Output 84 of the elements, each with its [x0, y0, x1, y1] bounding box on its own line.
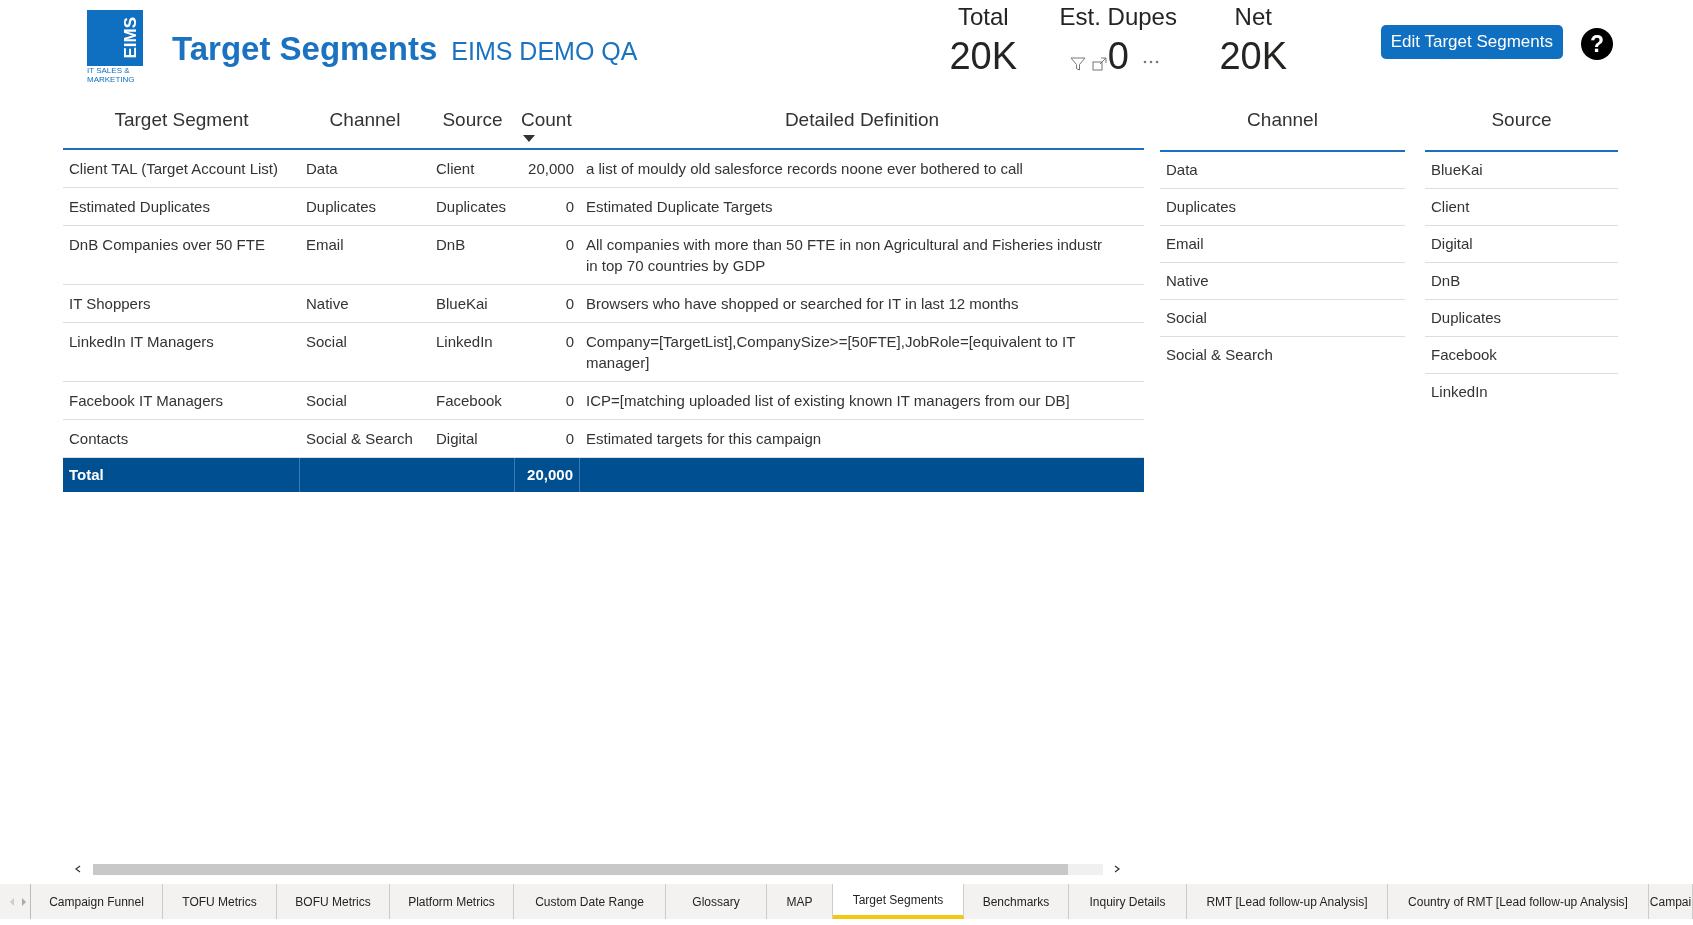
table-cell-text: a list of mouldy old salesforce records noone ever bothered to call — [585, 159, 1024, 179]
page-tab[interactable]: TOFU Metrics — [163, 884, 277, 919]
table-cell-text: Browsers who have shopped or searched for IT in last 12 months — [585, 294, 1020, 314]
table-cell-text: 0 — [564, 391, 575, 411]
help-button[interactable]: ? — [1581, 28, 1613, 60]
total-count: 20,000 — [515, 458, 580, 492]
table-cell-text: 0 — [564, 429, 575, 449]
page-subtitle: EIMS DEMO QA — [451, 36, 638, 67]
page-tab[interactable]: Inquiry Details — [1069, 884, 1187, 919]
slicer-item[interactable]: Social — [1160, 300, 1405, 337]
slicer-item[interactable]: Digital — [1425, 226, 1618, 263]
page-tab[interactable]: Custom Date Range — [514, 884, 666, 919]
table-cell-text: LinkedIn IT Managers — [68, 332, 215, 352]
logo: EIMS IT SALES & MARKETING — [87, 10, 143, 84]
card-label: Net — [1234, 2, 1272, 32]
column-header[interactable]: Channel — [329, 106, 401, 135]
slicer-item[interactable]: Email — [1160, 226, 1405, 263]
table-cell-text: Company=[TargetList],CompanySize>=[50FTE],JobRole=[equivalent to IT manager] — [585, 332, 1077, 373]
table-cell-text: Native — [305, 294, 350, 314]
table-cell-text: Facebook IT Managers — [68, 391, 224, 411]
more-options-icon[interactable] — [1142, 60, 1159, 64]
card-value: 20K — [1219, 37, 1288, 75]
table-cell-text: Client TAL (Target Account List) — [68, 159, 279, 179]
card-value: 20K — [949, 37, 1018, 75]
table-cell-text: Data — [305, 159, 339, 179]
table-cell-text: Social — [305, 391, 348, 411]
table-cell-text: Digital — [435, 429, 479, 449]
card-label: Total — [957, 2, 1009, 32]
table-cell-text: 0 — [564, 235, 575, 255]
total-label: Total — [63, 458, 300, 492]
table-cell-text: Duplicates — [305, 197, 378, 217]
column-header[interactable]: Source — [442, 106, 503, 135]
slicer-item[interactable]: BlueKai — [1425, 152, 1618, 189]
column-header[interactable]: Count — [521, 106, 572, 135]
slicer-title: Channel — [1247, 108, 1318, 132]
page-tab[interactable]: Platform Metrics — [390, 884, 514, 919]
slicer-item[interactable]: Data — [1160, 152, 1405, 189]
table-cell-text: Estimated Duplicates — [68, 197, 211, 217]
table-cell-text: Social — [305, 332, 348, 352]
page-title: Target Segments — [172, 29, 438, 69]
column-header[interactable]: Detailed Definition — [784, 106, 940, 135]
table-cell-text: DnB Companies over 50 FTE — [68, 235, 266, 255]
table-cell-text: Duplicates — [435, 197, 508, 217]
table-cell-text: 0 — [564, 332, 575, 352]
slicer-item[interactable]: Facebook — [1425, 337, 1618, 374]
page-tab[interactable]: Target Segments — [833, 884, 964, 919]
slicer-item[interactable]: Client — [1425, 189, 1618, 226]
table-cell-text: 0 — [564, 294, 575, 314]
page-tab[interactable]: Campaign Funnel — [31, 884, 163, 919]
slicer-title: Source — [1491, 108, 1552, 132]
slicer-item[interactable]: DnB — [1425, 263, 1618, 300]
column-header[interactable]: Target Segment — [114, 106, 249, 135]
table-cell-text: LinkedIn — [435, 332, 494, 352]
card-label: Est. Dupes — [1059, 2, 1177, 32]
table-cell-text: Estimated targets for this campaign — [585, 429, 823, 449]
page-tab[interactable]: RMT [Lead follow-up Analysis] — [1187, 884, 1388, 919]
table-cell-text: All companies with more than 50 FTE in non Agricultural and Fisheries industr in top 70 countries by GDP — [585, 235, 1104, 276]
table-cell-text: BlueKai — [435, 294, 489, 314]
table-cell-text: Email — [305, 235, 345, 255]
table-cell-text: 20,000 — [527, 159, 575, 179]
table-cell-text: 0 — [564, 197, 575, 217]
focus-mode-icon[interactable] — [1091, 57, 1108, 71]
table-cell-text: Estimated Duplicate Targets — [585, 197, 774, 217]
table-cell-text: DnB — [435, 235, 467, 255]
slicer-item[interactable]: Social & Search — [1160, 337, 1405, 374]
table-cell-text: Social & Search — [305, 429, 414, 449]
sort-descending-icon — [523, 134, 535, 142]
page-tab[interactable]: Benchmarks — [964, 884, 1069, 919]
table-cell-text: Facebook — [435, 391, 503, 411]
table-cell-text: IT Shoppers — [68, 294, 152, 314]
slicer-item[interactable]: Native — [1160, 263, 1405, 300]
page-tab[interactable]: BOFU Metrics — [277, 884, 390, 919]
filter-icon[interactable] — [1069, 56, 1086, 72]
slicer-item[interactable]: Duplicates — [1425, 300, 1618, 337]
page-tab[interactable]: Glossary — [666, 884, 767, 919]
table-cell-text: Client — [435, 159, 476, 179]
table-cell-text: Contacts — [68, 429, 130, 449]
slicer-item[interactable]: LinkedIn — [1425, 374, 1618, 411]
table-cell-text: ICP=[matching uploaded list of existing known IT managers from our DB] — [585, 391, 1071, 411]
page-tab[interactable]: Country of RMT [Lead follow-up Analysis] — [1388, 884, 1649, 919]
edit-button[interactable]: Edit Target Segments — [1380, 25, 1563, 59]
page-tab[interactable]: Campai — [1649, 884, 1693, 919]
slicer-item[interactable]: Duplicates — [1160, 189, 1405, 226]
card-value: 0 — [1107, 37, 1129, 75]
